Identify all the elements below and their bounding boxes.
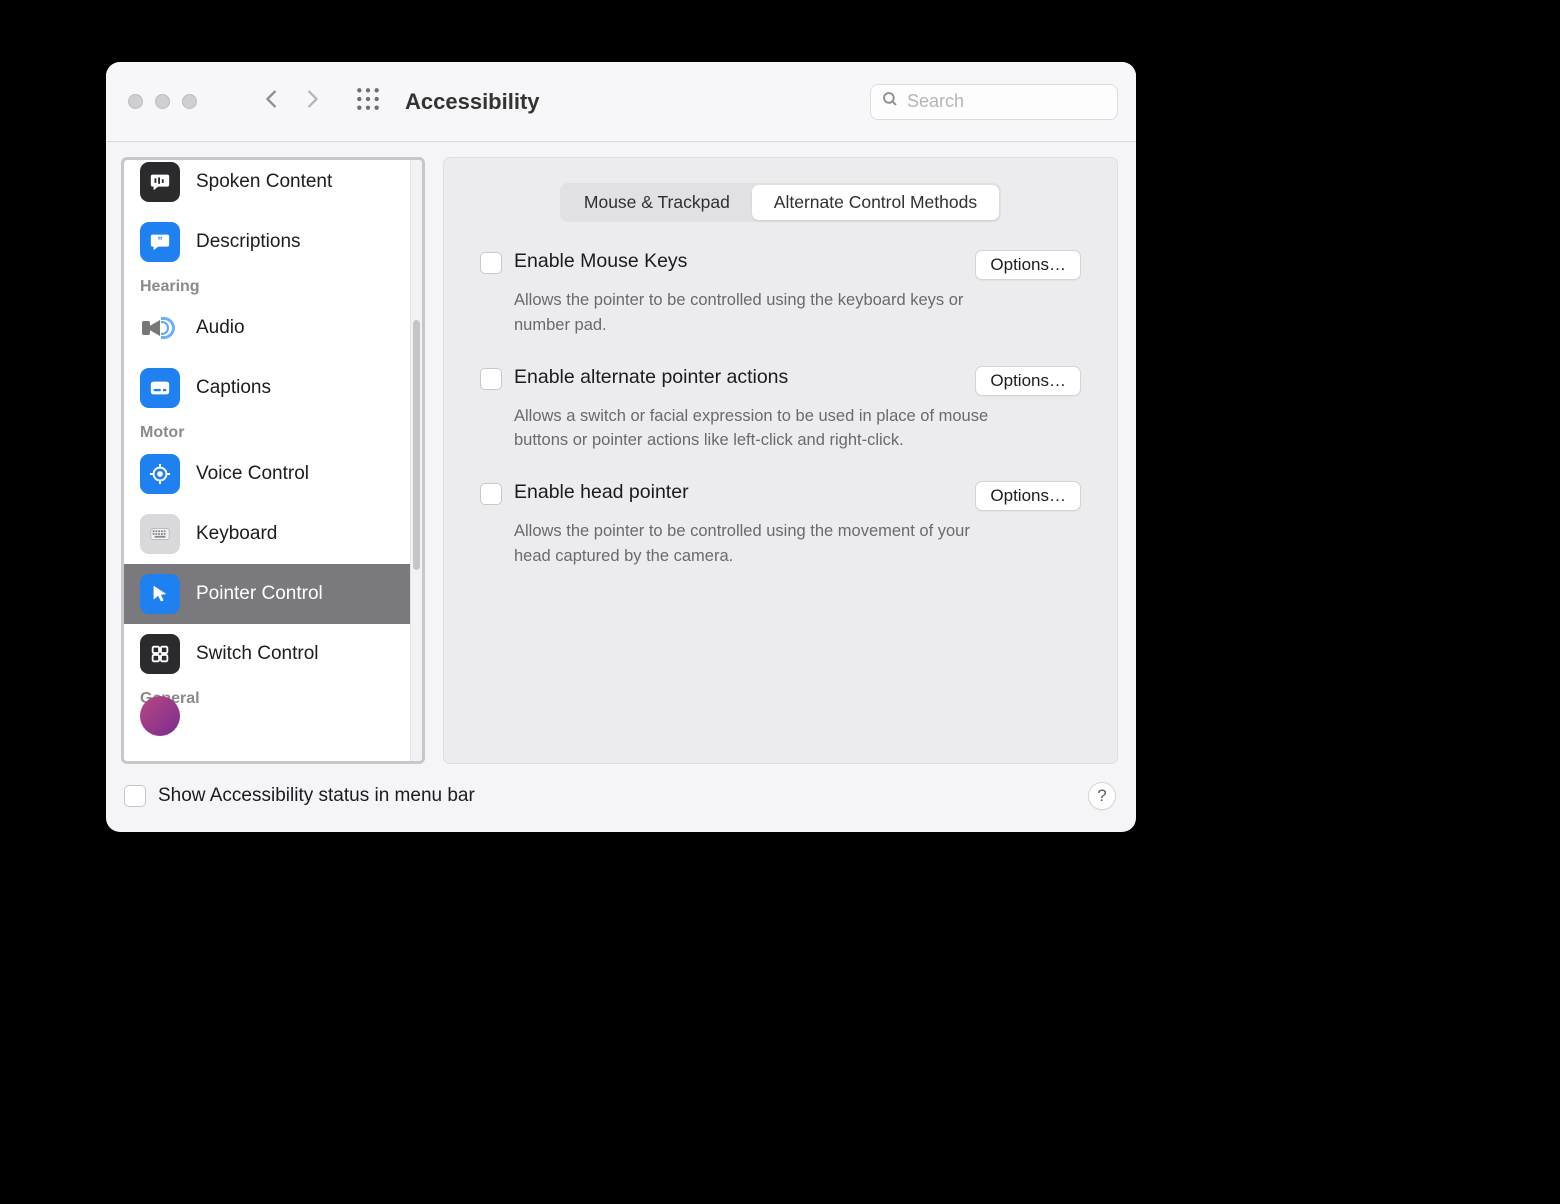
footer: Show Accessibility status in menu bar ?: [106, 764, 1136, 832]
sidebar-item-audio[interactable]: Audio: [124, 298, 410, 358]
minimize-window-button[interactable]: [155, 94, 170, 109]
sidebar-item-label: Switch Control: [196, 643, 319, 665]
checkbox-alt-pointer-actions[interactable]: [480, 368, 502, 390]
sidebar-item-label: Pointer Control: [196, 583, 323, 605]
sidebar-item-label: Voice Control: [196, 463, 309, 485]
sidebar-scrollbar[interactable]: [410, 160, 422, 761]
setting-description: Allows the pointer to be controlled usin…: [514, 519, 994, 569]
sidebar-section-hearing: Hearing: [124, 272, 410, 298]
search-field[interactable]: [870, 84, 1118, 120]
help-button[interactable]: ?: [1088, 782, 1116, 810]
close-window-button[interactable]: [128, 94, 143, 109]
sidebar-item-switch-control[interactable]: Switch Control: [124, 624, 410, 684]
setting-title: Enable Mouse Keys: [514, 250, 687, 273]
zoom-window-button[interactable]: [182, 94, 197, 109]
setting-head-pointer: Enable head pointer Options…: [480, 481, 1081, 511]
sidebar-item-partial[interactable]: [140, 678, 180, 698]
sidebar-section-motor: Motor: [124, 418, 410, 444]
sidebar-item-label: Captions: [196, 377, 271, 399]
footer-checkbox-label: Show Accessibility status in menu bar: [158, 785, 475, 807]
tabs: Mouse & Trackpad Alternate Control Metho…: [560, 183, 1001, 222]
checkbox-show-status-menubar[interactable]: [124, 785, 146, 807]
siri-icon: [140, 696, 180, 736]
svg-text:”: ”: [157, 236, 162, 247]
sidebar-item-label: Keyboard: [196, 523, 277, 545]
settings-panel: Mouse & Trackpad Alternate Control Metho…: [443, 157, 1118, 764]
window-controls: [128, 94, 197, 109]
sidebar-item-label: Descriptions: [196, 231, 301, 253]
checkbox-head-pointer[interactable]: [480, 483, 502, 505]
sidebar-item-keyboard[interactable]: Keyboard: [124, 504, 410, 564]
checkbox-mouse-keys[interactable]: [480, 252, 502, 274]
sidebar-item-label: Audio: [196, 317, 245, 339]
back-button[interactable]: [261, 88, 283, 115]
page-title: Accessibility: [405, 89, 540, 115]
setting-description: Allows a switch or facial expression to …: [514, 404, 994, 454]
titlebar: Accessibility: [106, 62, 1136, 142]
search-input[interactable]: [907, 91, 1107, 112]
cursor-icon: [140, 574, 180, 614]
sidebar-item-label: Spoken Content: [196, 171, 332, 193]
keyboard-icon: [140, 514, 180, 554]
caption-bubble-icon: [140, 368, 180, 408]
sidebar: Spoken Content ” Descriptions Hearing: [121, 157, 425, 764]
options-button-mouse-keys[interactable]: Options…: [975, 250, 1081, 280]
scrollbar-thumb[interactable]: [413, 320, 420, 570]
quote-bubble-icon: ”: [140, 222, 180, 262]
options-button-alt-pointer-actions[interactable]: Options…: [975, 366, 1081, 396]
sidebar-item-descriptions[interactable]: ” Descriptions: [124, 212, 410, 272]
setting-title: Enable head pointer: [514, 481, 689, 504]
sidebar-item-spoken-content[interactable]: Spoken Content: [124, 160, 410, 212]
tab-mouse-trackpad[interactable]: Mouse & Trackpad: [562, 185, 752, 220]
speech-bubble-bars-icon: [140, 162, 180, 202]
sidebar-item-voice-control[interactable]: Voice Control: [124, 444, 410, 504]
forward-button[interactable]: [301, 88, 323, 115]
preferences-window: Accessibility: [106, 62, 1136, 832]
sidebar-list: Spoken Content ” Descriptions Hearing: [124, 160, 410, 698]
options-button-head-pointer[interactable]: Options…: [975, 481, 1081, 511]
tab-alternate-methods[interactable]: Alternate Control Methods: [752, 185, 999, 220]
sidebar-item-pointer-control[interactable]: Pointer Control: [124, 564, 410, 624]
sidebar-item-captions[interactable]: Captions: [124, 358, 410, 418]
setting-alt-pointer-actions: Enable alternate pointer actions Options…: [480, 366, 1081, 396]
search-icon: [881, 90, 899, 113]
setting-mouse-keys: Enable Mouse Keys Options…: [480, 250, 1081, 280]
crosshair-icon: [140, 454, 180, 494]
setting-description: Allows the pointer to be controlled usin…: [514, 288, 994, 338]
speaker-icon: [140, 308, 180, 348]
nav-arrows: [261, 88, 323, 115]
setting-title: Enable alternate pointer actions: [514, 366, 788, 389]
grid-icon: [140, 634, 180, 674]
show-all-prefs-button[interactable]: [355, 86, 381, 117]
